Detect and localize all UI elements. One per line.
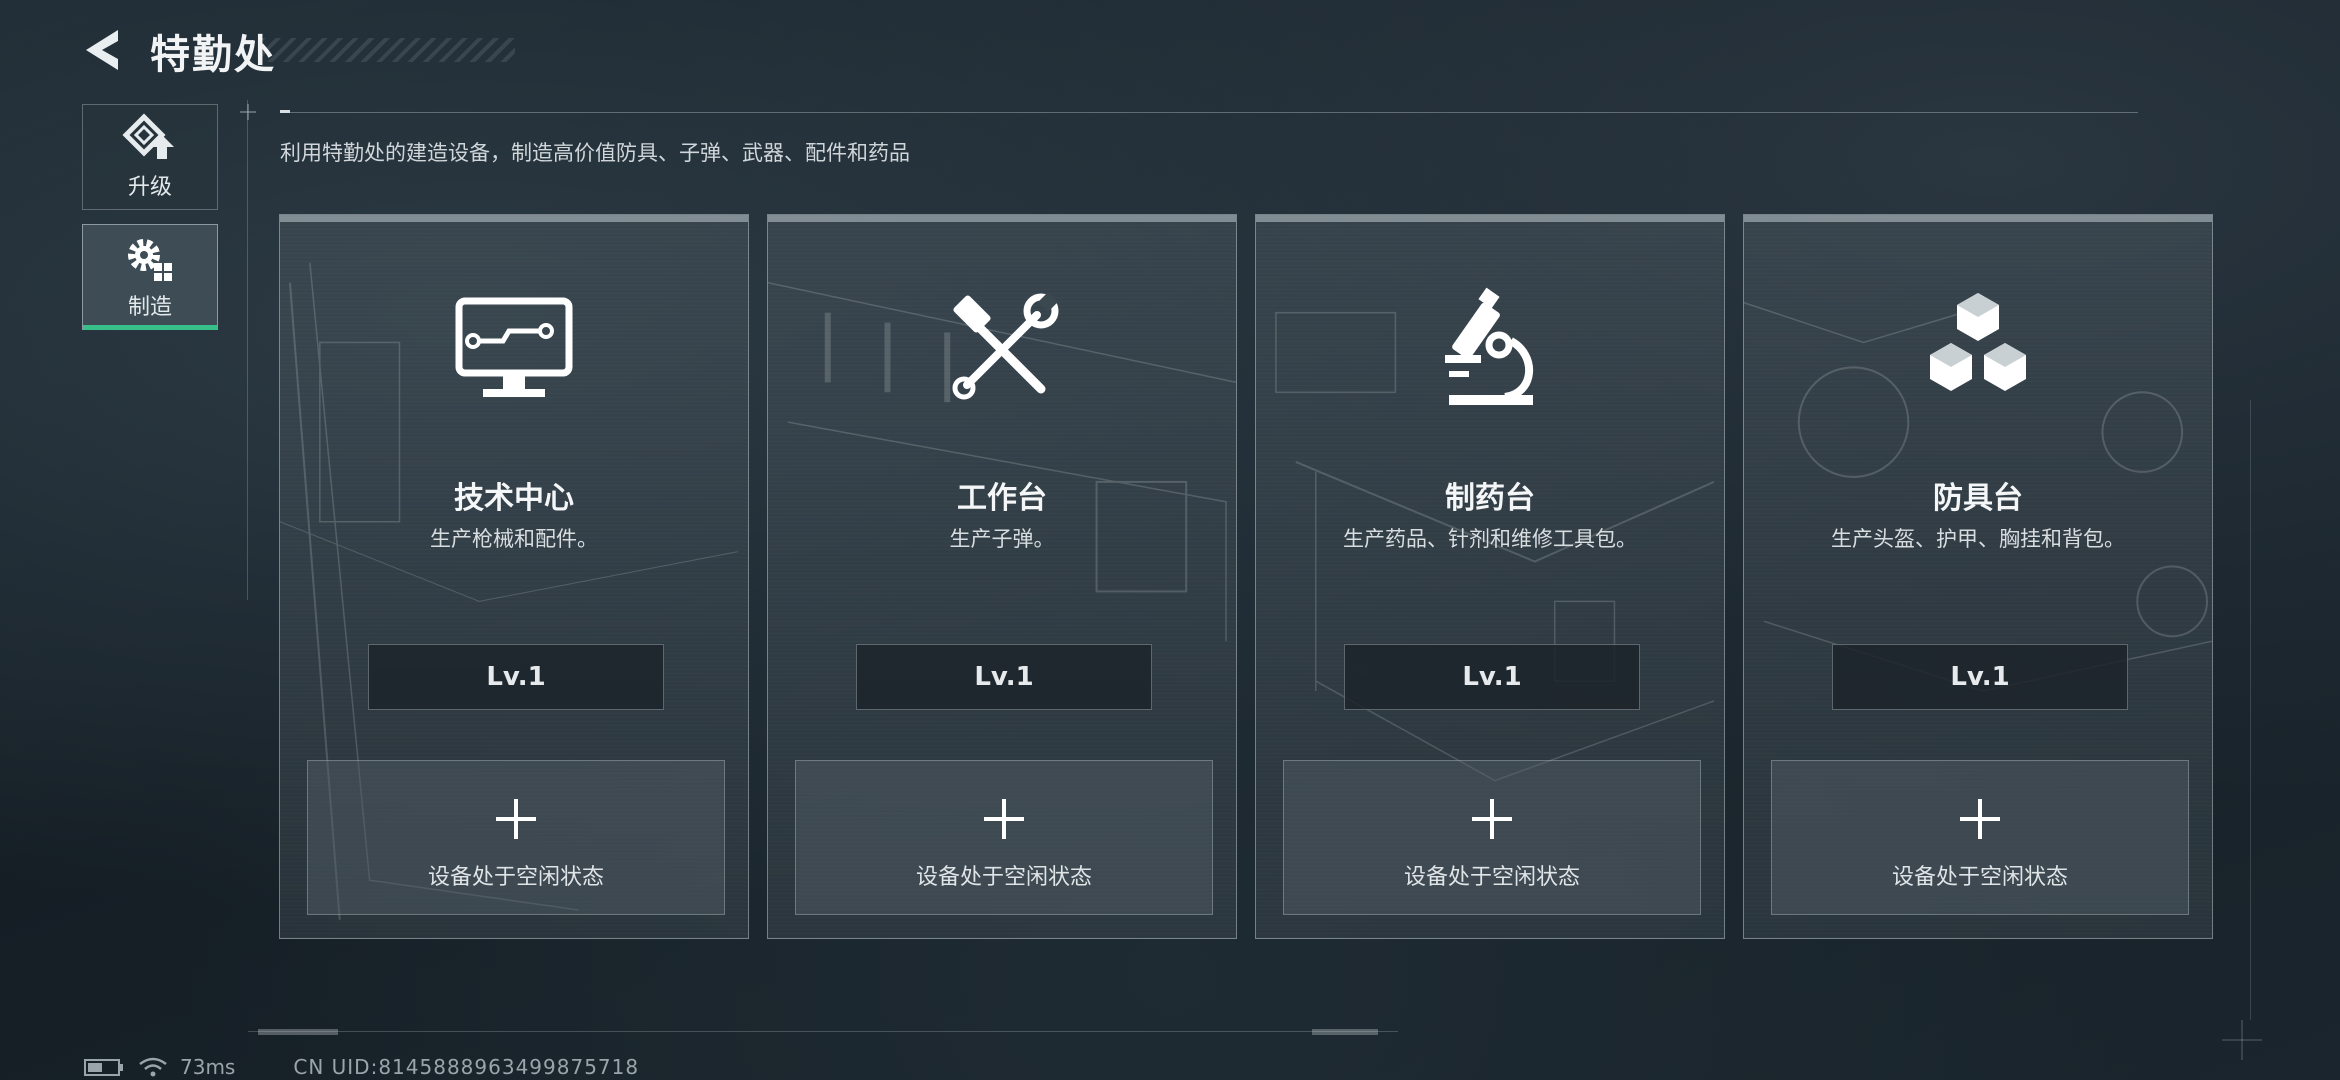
- station-title: 防具台: [1933, 481, 2023, 516]
- computer-icon: [455, 297, 573, 397]
- corner-plus-decoration: [2222, 1020, 2262, 1060]
- station-card-workbench[interactable]: 工作台 生产子弹。 Lv.1 设备处于空闲状态: [767, 214, 1237, 939]
- station-subtitle: 生产药品、针剂和维修工具包。: [1343, 527, 1637, 551]
- idle-status-text: 设备处于空闲状态: [1403, 865, 1580, 890]
- page-title: 特勤处: [150, 32, 276, 78]
- idle-status-text: 设备处于空闲状态: [915, 865, 1092, 890]
- add-production-button[interactable]: 设备处于空闲状态: [795, 760, 1213, 915]
- sidebar-item-label: 制造: [127, 295, 172, 320]
- station-card-tech-center[interactable]: 技术中心 生产枪械和配件。 Lv.1 设备处于空闲状态: [279, 214, 749, 939]
- plus-icon: [1960, 799, 2000, 839]
- add-production-button[interactable]: 设备处于空闲状态: [1283, 760, 1701, 915]
- idle-status-text: 设备处于空闲状态: [1891, 865, 2068, 890]
- page-description: 利用特勤处的建造设备，制造高价值防具、子弹、武器、配件和药品: [280, 141, 910, 165]
- station-title: 制药台: [1445, 481, 1535, 516]
- plus-icon: [1472, 799, 1512, 839]
- station-level: Lv.1: [368, 644, 664, 710]
- user-uid: CN UID:8145888963499875718: [293, 1055, 640, 1079]
- add-production-button[interactable]: 设备处于空闲状态: [1771, 760, 2189, 915]
- sidebar-item-label: 升级: [127, 175, 172, 200]
- cubes-icon: [1930, 293, 2026, 391]
- corner-plus-decoration: [240, 104, 256, 120]
- active-indicator: [83, 325, 217, 330]
- station-subtitle: 生产枪械和配件。: [430, 527, 598, 551]
- top-divider: [280, 112, 2138, 113]
- station-subtitle: 生产子弹。: [949, 527, 1055, 551]
- right-divider: [2250, 400, 2251, 1020]
- station-title: 工作台: [957, 481, 1047, 516]
- divider-accent: [280, 110, 290, 113]
- bottom-progress-decoration: [248, 1029, 1398, 1035]
- sidebar-item-upgrade[interactable]: 升级: [82, 104, 218, 210]
- station-level: Lv.1: [1344, 644, 1640, 710]
- add-production-button[interactable]: 设备处于空闲状态: [307, 760, 725, 915]
- idle-status-text: 设备处于空闲状态: [427, 865, 604, 890]
- back-arrow-icon[interactable]: [80, 26, 128, 74]
- plus-icon: [496, 799, 536, 839]
- station-card-armor-bench[interactable]: 防具台 生产头盔、护甲、胸挂和背包。 Lv.1 设备处于空闲状态: [1743, 214, 2213, 939]
- status-bar: 73ms CN UID:8145888963499875718: [84, 1055, 640, 1079]
- ping-value: 73ms: [180, 1055, 236, 1079]
- station-card-pharmacy[interactable]: 制药台 生产药品、针剂和维修工具包。 Lv.1 设备处于空闲状态: [1255, 214, 1725, 939]
- station-level: Lv.1: [856, 644, 1152, 710]
- plus-icon: [984, 799, 1024, 839]
- station-level: Lv.1: [1832, 644, 2128, 710]
- battery-icon: [84, 1059, 123, 1076]
- craft-gear-icon: [128, 239, 172, 281]
- wifi-icon: [139, 1057, 167, 1077]
- upgrade-icon: [122, 113, 174, 159]
- title-decoration: [260, 38, 515, 62]
- station-title: 技术中心: [454, 481, 574, 516]
- station-subtitle: 生产头盔、护甲、胸挂和背包。: [1831, 527, 2125, 551]
- sidebar-item-craft[interactable]: 制造: [82, 224, 218, 330]
- microscope-icon: [1445, 287, 1533, 405]
- hammer-wrench-icon: [952, 292, 1059, 400]
- sidebar-divider: [247, 100, 248, 600]
